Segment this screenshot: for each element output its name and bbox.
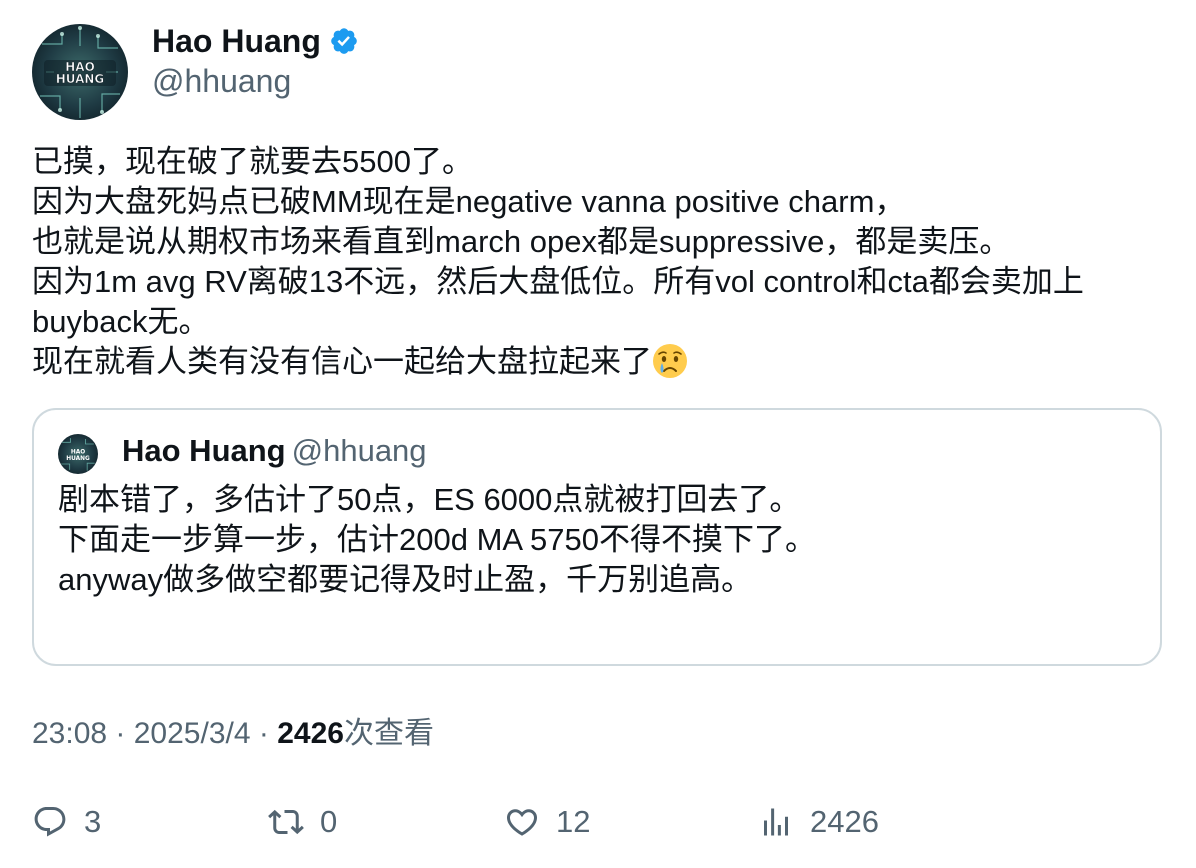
retweet-count: 0 [320, 804, 338, 839]
author-handle[interactable]: @hhuang [152, 62, 291, 100]
retweet-icon [268, 809, 304, 835]
retweet-button[interactable]: 0 [268, 800, 337, 844]
quoted-line: 剧本错了，多估计了50点，ES 6000点就被打回去了。 [58, 482, 801, 517]
reply-count: 3 [84, 804, 102, 839]
views-count: 2426 [277, 717, 344, 750]
tweet-time[interactable]: 23:08 [32, 717, 107, 750]
tweet-date[interactable]: 2025/3/4 [134, 717, 251, 750]
tweet-line-last: 现在就看人类有没有信心一起给大盘拉起来了 [32, 342, 1162, 382]
avatar-image: HAO HUANG [32, 24, 128, 120]
like-button[interactable]: 12 [504, 800, 590, 844]
svg-text:HAO: HAO [71, 450, 85, 456]
meta-separator: · [250, 717, 278, 750]
quoted-line: 下面走一步算一步，估计200d MA 5750不得不摸下了。 [58, 522, 816, 557]
views-action-count: 2426 [810, 804, 879, 839]
quoted-author-avatar[interactable]: HAO HUANG [58, 434, 98, 474]
meta-separator: · [107, 717, 134, 750]
svg-text:HUANG: HUANG [66, 456, 90, 462]
quoted-tweet-card[interactable]: HAO HUANG Hao Huang @hhuang 剧本错了，多估计了50点，… [32, 408, 1162, 666]
quoted-tweet-text: 剧本错了，多估计了50点，ES 6000点就被打回去了。 下面走一步算一步，估计… [58, 480, 816, 600]
tweet-line: 因为大盘死妈点已破MM现在是negative vanna positive ch… [32, 184, 906, 219]
quoted-author-name[interactable]: Hao Huang [122, 433, 286, 468]
crying-face-emoji-icon [653, 344, 687, 378]
heart-icon [506, 809, 538, 836]
action-bar: 3 0 12 2426 [32, 800, 1172, 844]
tweet-line: 现在就看人类有没有信心一起给大盘拉起来了 [32, 344, 652, 379]
analytics-icon [764, 808, 788, 836]
tweet-text: 已摸，现在破了就要去5500了。 因为大盘死妈点已破MM现在是negative … [32, 142, 1162, 382]
tweet-meta: 23:08 · 2025/3/4 · 2426次查看 [32, 714, 434, 754]
author-avatar[interactable]: HAO HUANG [32, 24, 128, 120]
author-name-text: Hao Huang [152, 23, 321, 59]
views-label: 次查看 [343, 717, 434, 750]
quoted-author-handle[interactable]: @hhuang [292, 433, 427, 468]
tweet-line: buyback无。 [32, 304, 210, 339]
tweet-line: 已摸，现在破了就要去5500了。 [32, 144, 473, 179]
quoted-line: anyway做多做空都要记得及时止盈，千万别追高。 [58, 562, 753, 597]
reply-icon [34, 807, 66, 837]
quoted-header: Hao Huang @hhuang [122, 432, 427, 470]
author-name[interactable]: Hao Huang [152, 22, 359, 60]
reply-button[interactable]: 3 [32, 800, 101, 844]
verified-badge-icon [331, 28, 357, 54]
views-button[interactable]: 2426 [758, 800, 879, 844]
quoted-avatar-image: HAO HUANG [58, 434, 98, 474]
tweet-line: 也就是说从期权市场来看直到march opex都是suppressive，都是卖… [32, 224, 1011, 259]
tweet-line: 因为1m avg RV离破13不远，然后大盘低位。所有vol control和c… [32, 264, 1084, 299]
like-count: 12 [556, 804, 591, 839]
svg-text:HUANG: HUANG [56, 72, 105, 86]
